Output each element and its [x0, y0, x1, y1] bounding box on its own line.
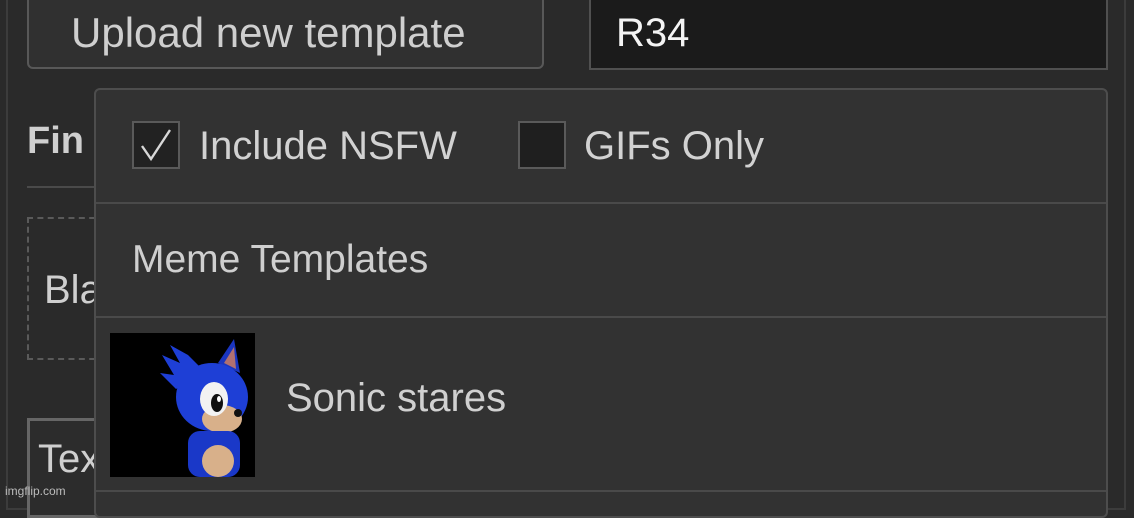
meme-templates-header: Meme Templates — [96, 202, 1106, 318]
gifs-only-checkbox[interactable] — [518, 121, 566, 169]
divider — [27, 186, 97, 188]
filter-row: Include NSFW GIFs Only — [96, 90, 1106, 204]
checkmark-icon — [141, 129, 172, 162]
include-nsfw-label: Include NSFW — [199, 124, 457, 168]
find-heading: Fin — [27, 120, 84, 162]
template-search-input[interactable]: R34 — [589, 0, 1108, 70]
watermark: imgflip.com — [5, 484, 66, 498]
result-label: Sonic stares — [286, 376, 507, 420]
gifs-only-label: GIFs Only — [584, 124, 765, 168]
text-input-label: Tex — [38, 437, 101, 481]
search-results-dropdown: Include NSFW GIFs Only Meme Templates So… — [94, 88, 1108, 518]
include-nsfw-checkbox[interactable] — [132, 121, 180, 169]
upload-template-button[interactable]: Upload new template — [27, 0, 544, 69]
section-title: Meme Templates — [132, 238, 429, 281]
sonic-thumbnail-image — [110, 333, 255, 477]
result-item-sonic-stares[interactable]: Sonic stares — [96, 318, 1106, 492]
